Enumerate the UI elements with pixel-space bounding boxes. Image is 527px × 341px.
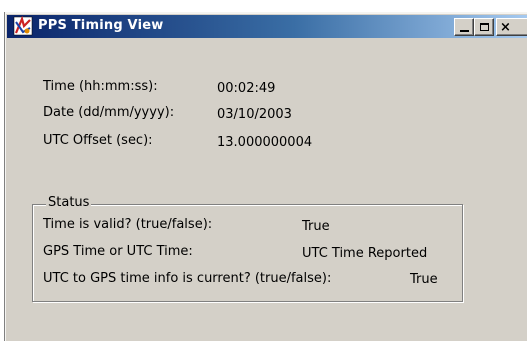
utc-offset-label: UTC Offset (sec): — [43, 133, 153, 148]
time-label: Time (hh:mm:ss): — [43, 79, 158, 94]
time-valid-value: True — [302, 219, 330, 234]
app-icon[interactable] — [13, 16, 33, 36]
close-icon: × — [500, 19, 511, 35]
status-legend: Status — [46, 195, 92, 210]
utc-gps-current-label: UTC to GPS time info is current? (true/f… — [43, 271, 332, 286]
maximize-button[interactable] — [474, 18, 494, 36]
date-value: 03/10/2003 — [217, 107, 292, 122]
date-label: Date (dd/mm/yyyy): — [43, 105, 175, 120]
title-bar[interactable]: PPS Timing View × — [7, 15, 527, 38]
utc-gps-current-value: True — [410, 272, 438, 287]
time-value: 00:02:49 — [217, 81, 276, 96]
time-source-label: GPS Time or UTC Time: — [43, 244, 193, 259]
time-valid-label: Time is valid? (true/false): — [43, 217, 213, 232]
utc-offset-value: 13.000000004 — [217, 135, 313, 150]
pps-timing-window: PPS Timing View × Time (hh:mm:ss): 00:02… — [4, 12, 527, 341]
minimize-button[interactable] — [454, 18, 474, 36]
minimize-icon — [459, 30, 469, 32]
time-source-value: UTC Time Reported — [302, 246, 428, 261]
close-button[interactable]: × — [496, 18, 527, 36]
window-title: PPS Timing View — [38, 18, 164, 33]
maximize-icon — [479, 23, 489, 31]
